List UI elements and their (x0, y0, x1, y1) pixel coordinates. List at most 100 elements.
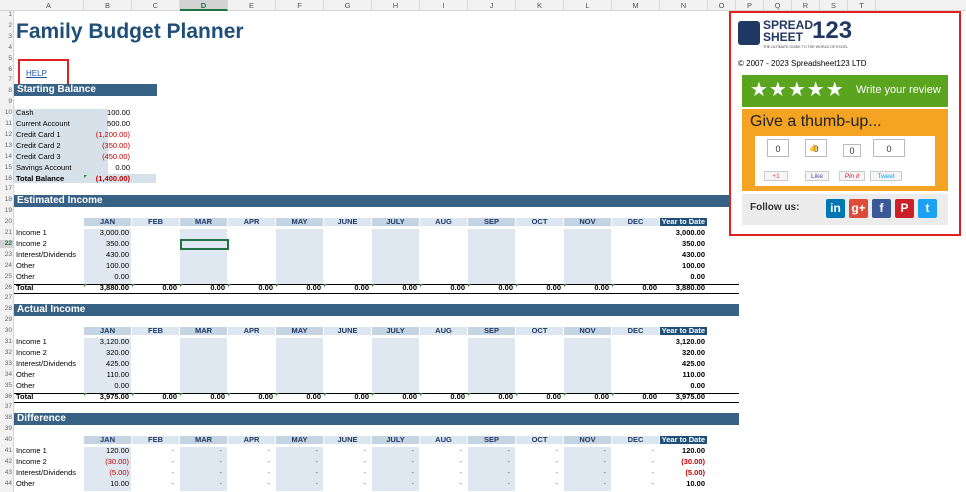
row-header[interactable]: 36 (0, 393, 14, 401)
row-header[interactable]: 32 (0, 349, 14, 357)
empty-value[interactable]: - (564, 479, 607, 488)
row-header[interactable]: 20 (0, 218, 14, 226)
row-header[interactable]: 4 (0, 44, 14, 52)
row-header[interactable]: 24 (0, 262, 14, 270)
jan-value[interactable]: 10.00 (84, 479, 129, 488)
empty-value[interactable]: - (468, 479, 511, 488)
empty-value[interactable]: - (372, 479, 415, 488)
row-header[interactable]: 11 (0, 120, 14, 128)
spreadsheet123-logo[interactable]: SPREAD SHEET 123 THE ULTIMATE GUIDE TO THE … (738, 17, 858, 53)
twitter-icon[interactable]: t (918, 199, 937, 218)
empty-value[interactable]: - (564, 457, 607, 466)
empty-value[interactable]: - (612, 479, 655, 488)
empty-value[interactable]: - (420, 468, 463, 477)
row-header[interactable]: 8 (0, 87, 14, 95)
google-plus-icon[interactable]: g+ (849, 199, 868, 218)
column-header[interactable]: S (820, 0, 848, 11)
empty-value[interactable]: - (324, 479, 367, 488)
empty-value[interactable]: - (228, 457, 271, 466)
empty-value[interactable]: - (420, 479, 463, 488)
empty-value[interactable]: - (324, 457, 367, 466)
row-header[interactable]: 42 (0, 458, 14, 466)
row-header[interactable]: 3 (0, 33, 14, 41)
column-header[interactable]: G (324, 0, 372, 11)
balance-value[interactable]: (1,200.00) (84, 130, 130, 139)
row-header[interactable]: 39 (0, 425, 14, 433)
empty-value[interactable]: - (612, 457, 655, 466)
jan-value[interactable]: 0.00 (84, 381, 129, 390)
empty-value[interactable]: - (180, 447, 223, 455)
row-header[interactable]: 2 (0, 22, 14, 30)
jan-value[interactable]: 430.00 (84, 250, 129, 259)
jan-value[interactable]: 120.00 (84, 447, 129, 455)
row-header[interactable]: 41 (0, 447, 14, 455)
row-header[interactable]: 37 (0, 403, 14, 411)
empty-value[interactable]: - (516, 457, 559, 466)
row-header[interactable]: 15 (0, 164, 14, 172)
tweet-button[interactable]: Tweet (870, 171, 902, 181)
column-header[interactable]: F (276, 0, 324, 11)
row-header[interactable]: 1 (0, 11, 14, 19)
empty-value[interactable]: - (372, 468, 415, 477)
empty-value[interactable]: - (180, 479, 223, 488)
row-header[interactable]: 17 (0, 185, 14, 193)
empty-value[interactable]: - (516, 479, 559, 488)
column-header[interactable]: C (132, 0, 180, 11)
column-header[interactable]: H (372, 0, 420, 11)
facebook-like-button[interactable]: Like (805, 171, 829, 181)
column-header[interactable]: P (736, 0, 764, 11)
row-header[interactable]: 9 (0, 98, 14, 106)
empty-value[interactable]: - (564, 447, 607, 455)
row-header[interactable]: 28 (0, 305, 14, 313)
empty-value[interactable]: - (228, 468, 271, 477)
row-header[interactable]: 33 (0, 360, 14, 368)
empty-value[interactable]: - (468, 447, 511, 455)
balance-value[interactable]: 100.00 (84, 109, 130, 117)
empty-value[interactable]: - (612, 468, 655, 477)
empty-value[interactable]: - (276, 468, 319, 477)
empty-value[interactable]: - (420, 447, 463, 455)
facebook-icon[interactable]: f (872, 199, 891, 218)
row-header[interactable]: 5 (0, 55, 14, 63)
row-header[interactable]: 27 (0, 294, 14, 302)
pinterest-icon[interactable]: P (895, 199, 914, 218)
jan-value[interactable]: 0.00 (84, 272, 129, 281)
column-header[interactable]: L (564, 0, 612, 11)
write-review-button[interactable]: ★★★★★ Write your review (742, 75, 948, 107)
empty-value[interactable]: - (180, 468, 223, 477)
row-header[interactable]: 44 (0, 480, 14, 488)
gplus-button[interactable]: +1 (764, 171, 788, 181)
jan-value[interactable]: 110.00 (84, 370, 129, 379)
column-header[interactable]: K (516, 0, 564, 11)
row-header[interactable]: 30 (0, 327, 14, 335)
empty-value[interactable]: - (468, 468, 511, 477)
empty-value[interactable]: - (468, 457, 511, 466)
row-header[interactable]: 18 (0, 196, 14, 204)
column-header[interactable]: R (792, 0, 820, 11)
row-header[interactable]: 35 (0, 382, 14, 390)
empty-value[interactable]: - (276, 479, 319, 488)
row-header[interactable]: 23 (0, 251, 14, 259)
column-header[interactable]: J (468, 0, 516, 11)
row-header[interactable]: 29 (0, 316, 14, 324)
empty-value[interactable]: - (516, 447, 559, 455)
empty-value[interactable]: - (324, 447, 367, 455)
empty-value[interactable]: - (132, 468, 175, 477)
empty-value[interactable]: - (612, 447, 655, 455)
column-header[interactable]: Q (764, 0, 792, 11)
empty-value[interactable]: - (276, 457, 319, 466)
row-header[interactable]: 16 (0, 175, 14, 183)
column-header[interactable]: I (420, 0, 468, 11)
empty-value[interactable]: - (180, 457, 223, 466)
jan-value[interactable]: 100.00 (84, 261, 129, 270)
empty-value[interactable]: - (372, 447, 415, 455)
balance-value[interactable]: 500.00 (84, 120, 130, 128)
row-header[interactable]: 19 (0, 207, 14, 215)
row-header[interactable]: 22 (0, 239, 14, 248)
empty-value[interactable]: - (228, 479, 271, 488)
column-header[interactable]: D (180, 0, 228, 11)
pinit-button[interactable]: Pin it (839, 171, 865, 181)
row-header[interactable]: 38 (0, 414, 14, 422)
empty-value[interactable]: - (132, 447, 175, 455)
empty-value[interactable]: - (324, 468, 367, 477)
